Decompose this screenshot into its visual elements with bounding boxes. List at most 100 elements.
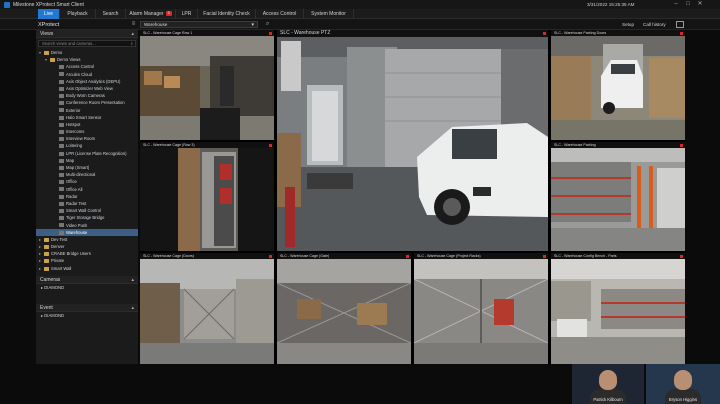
app-title: Milestone XProtect Smart Client	[13, 1, 84, 8]
view-icon	[59, 187, 64, 192]
call-history-button[interactable]: Call history	[643, 22, 666, 27]
collapse-icon[interactable]: ▴	[131, 30, 134, 38]
xprotect-brand: XProtect	[38, 22, 60, 28]
camera-name: SLC - Warehouse Parking Doors	[554, 31, 607, 35]
camera-feed[interactable]	[551, 36, 685, 140]
views-menu-icon[interactable]: ≡	[130, 21, 137, 28]
tab-facial-identity-check[interactable]: Facial Identity Check	[198, 9, 256, 19]
camera-tile[interactable]: SLC - Warehouse Parking Doors	[551, 30, 685, 140]
camera-tile[interactable]: SLC - Warehouse Cage (Doors)	[140, 253, 274, 364]
cameras-panel-header[interactable]: Cameras ▴	[36, 275, 138, 284]
fullscreen-icon[interactable]	[676, 21, 684, 28]
participant-name: Bryson Higgins	[668, 397, 698, 402]
tree-item[interactable]: ▸ Smart Wall	[36, 265, 138, 272]
tree-item[interactable]: ▸ Denver	[36, 243, 138, 250]
tree-item[interactable]: Axis Optimizer Web View	[36, 85, 138, 92]
tree-item[interactable]: Radar	[36, 193, 138, 200]
tree-item[interactable]: Body Worn Cameras	[36, 92, 138, 99]
tab-access-control[interactable]: Access Control	[256, 9, 304, 19]
folder-icon	[44, 266, 49, 271]
camera-feed[interactable]	[140, 36, 274, 140]
view-icon	[59, 201, 64, 206]
view-selector[interactable]: Warehouse ▾	[140, 21, 258, 28]
tree-item-label: Smart Wall Control	[66, 208, 101, 214]
view-icon	[59, 173, 64, 178]
tab-search[interactable]: Search	[96, 9, 126, 19]
tab-lpr[interactable]: LPR	[176, 9, 198, 19]
tree-item[interactable]: Multi-directional	[36, 171, 138, 178]
camera-tile[interactable]: SLC - Warehouse PTZ	[277, 30, 548, 251]
tree-item-label: Hotspot	[66, 121, 81, 127]
camera-tile[interactable]: SLC - Warehouse Parking	[551, 142, 685, 251]
tree-item[interactable]: Office All	[36, 186, 138, 193]
tree-item[interactable]: Hotspot	[36, 121, 138, 128]
tab-live[interactable]: Live	[38, 9, 60, 19]
camera-name: SLC - Warehouse Cage (Doors)	[143, 254, 194, 258]
camera-tile[interactable]: SLC - Warehouse Cage (Project Racks)	[414, 253, 548, 364]
tab-alarm-manager[interactable]: Alarm Manager 3	[126, 9, 176, 19]
camera-tile[interactable]: SLC - Warehouse Cage (Row 3)	[140, 142, 274, 251]
tree-item-label: Video Push	[66, 222, 88, 228]
recording-indicator-icon	[680, 143, 683, 147]
collapse-icon[interactable]: ▴	[131, 276, 134, 284]
camera-tile[interactable]: SLC - Warehouse Cage Row 1	[140, 30, 274, 140]
folder-icon	[44, 244, 49, 249]
folder-icon	[44, 50, 49, 55]
tree-item[interactable]: Map	[36, 157, 138, 164]
views-search-input[interactable]: Search views and cameras... ⌕	[38, 40, 136, 47]
setup-button[interactable]: Setup	[622, 22, 634, 27]
tree-item[interactable]: Loitering	[36, 142, 138, 149]
tree-item[interactable]: Radar Test	[36, 200, 138, 207]
tree-item[interactable]: Halo Smart Sensor	[36, 114, 138, 121]
tree-item[interactable]: Map (Smart)	[36, 164, 138, 171]
tree-item[interactable]: Tiger Storage Bridge	[36, 214, 138, 221]
tree-item[interactable]: Access Control	[36, 63, 138, 70]
tree-item[interactable]: ▾ Demo Views	[36, 56, 138, 63]
tree-item[interactable]: Office	[36, 178, 138, 185]
camera-tile[interactable]: SLC - Warehouse Config Bench - Parts	[551, 253, 685, 364]
camera-feed[interactable]	[140, 259, 274, 364]
recording-indicator-icon	[269, 31, 272, 35]
tree-item[interactable]: Warehouse	[36, 228, 138, 236]
cameras-item-diamond[interactable]: ▸ DIAMOND	[36, 284, 138, 292]
tree-item-label: Demo	[51, 50, 63, 55]
tree-item[interactable]: Intercoms	[36, 128, 138, 135]
search-view-icon[interactable]: ⌕	[264, 21, 271, 28]
event-item-diamond[interactable]: ▸ DIAMOND	[36, 312, 138, 320]
tree-item[interactable]: Exterior	[36, 107, 138, 114]
tree-item[interactable]: ▸ Dev Test	[36, 236, 138, 243]
view-icon	[59, 129, 64, 134]
view-icon	[59, 94, 64, 99]
view-icon	[59, 223, 64, 228]
tree-item[interactable]: Axis Object Analytics (DEPU)	[36, 78, 138, 85]
tree-item[interactable]: Arcules Cloud	[36, 71, 138, 78]
tab-system-monitor[interactable]: System Monitor	[304, 9, 354, 19]
tree-item[interactable]: Conference Room Presentation	[36, 99, 138, 106]
workspace-tabs: Live Playback Search Alarm Manager 3 LPR …	[0, 9, 720, 19]
camera-name: SLC - Warehouse Cage (Row 3)	[143, 143, 195, 147]
title-bar: Milestone XProtect Smart Client 3/31/202…	[0, 0, 720, 9]
minimize-icon[interactable]: –	[672, 1, 680, 8]
tab-playback[interactable]: Playback	[60, 9, 96, 19]
tree-item[interactable]: Smart Wall Control	[36, 207, 138, 214]
camera-feed[interactable]	[140, 148, 274, 251]
close-icon[interactable]: ✕	[696, 1, 704, 8]
tree-item[interactable]: ▸ Private	[36, 257, 138, 264]
camera-feed[interactable]	[277, 37, 548, 251]
tree-item[interactable]: ▸ CRABE Bridge Users	[36, 250, 138, 257]
recording-indicator-icon	[406, 254, 409, 258]
camera-feed[interactable]	[551, 259, 685, 364]
camera-feed[interactable]	[551, 148, 685, 251]
camera-tile[interactable]: SLC - Warehouse Cage (Gate)	[277, 253, 411, 364]
camera-tile-title: SLC - Warehouse PTZ	[277, 30, 548, 37]
tree-item[interactable]: ▾ Demo	[36, 49, 138, 56]
event-panel-header[interactable]: Event ▴	[36, 303, 138, 312]
camera-feed[interactable]	[414, 259, 548, 364]
tree-item[interactable]: Video Push	[36, 222, 138, 229]
collapse-icon[interactable]: ▴	[131, 304, 134, 312]
tree-item[interactable]: LPR (License Plate Recognition)	[36, 150, 138, 157]
camera-feed[interactable]	[277, 259, 411, 364]
views-panel-header[interactable]: Views ▴	[36, 30, 138, 38]
tree-item[interactable]: Interview Room	[36, 135, 138, 142]
maximize-icon[interactable]: □	[684, 1, 692, 8]
